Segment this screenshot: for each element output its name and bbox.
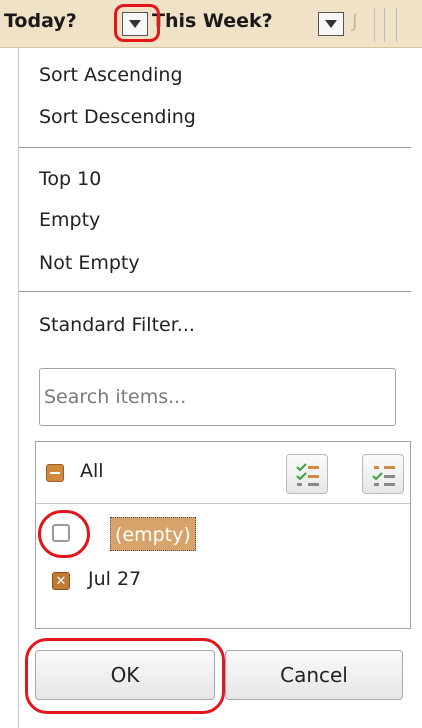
menu-standard-filter[interactable]: Standard Filter... bbox=[39, 314, 195, 336]
search-items-input[interactable]: Search items... bbox=[39, 368, 396, 426]
dropdown-arrow-icon bbox=[325, 20, 337, 28]
this-week-filter-dropdown-button[interactable] bbox=[318, 12, 344, 36]
cancel-button[interactable]: Cancel bbox=[225, 650, 403, 700]
menu-empty[interactable]: Empty bbox=[39, 209, 100, 231]
select-all-icon bbox=[296, 463, 319, 486]
menu-sort-ascending[interactable]: Sort Ascending bbox=[39, 64, 183, 86]
select-current-only-button[interactable] bbox=[362, 454, 404, 494]
highlight-ring-checkbox bbox=[38, 510, 90, 558]
select-all-button[interactable] bbox=[286, 454, 328, 494]
column-title-today: Today? bbox=[4, 10, 77, 32]
select-current-icon bbox=[372, 466, 395, 486]
autofilter-popup: Sort Ascending Sort Descending Top 10 Em… bbox=[18, 48, 422, 728]
column-title-partial: J bbox=[352, 10, 358, 32]
empty-value-label[interactable]: (empty) bbox=[110, 517, 196, 551]
all-checkbox[interactable] bbox=[46, 464, 64, 482]
column-divider bbox=[396, 8, 397, 42]
column-header-strip: Today? This Week? J bbox=[0, 0, 422, 48]
menu-separator bbox=[19, 147, 411, 148]
menu-top-10[interactable]: Top 10 bbox=[39, 168, 101, 190]
jul27-label[interactable]: Jul 27 bbox=[88, 568, 141, 590]
jul27-checkbox[interactable]: ✕ bbox=[52, 572, 70, 590]
all-label: All bbox=[80, 460, 104, 482]
column-divider bbox=[374, 8, 375, 42]
highlight-ring-ok bbox=[25, 638, 225, 714]
filter-values-list: All (empty) ✕ Jul 27 bbox=[35, 441, 411, 629]
highlight-ring-dropdown bbox=[114, 4, 160, 42]
list-header: All bbox=[36, 442, 410, 504]
menu-separator bbox=[19, 291, 411, 292]
column-title-this-week: This Week? bbox=[152, 10, 273, 32]
column-divider bbox=[384, 8, 385, 42]
menu-not-empty[interactable]: Not Empty bbox=[39, 252, 140, 274]
menu-sort-descending[interactable]: Sort Descending bbox=[39, 106, 196, 128]
